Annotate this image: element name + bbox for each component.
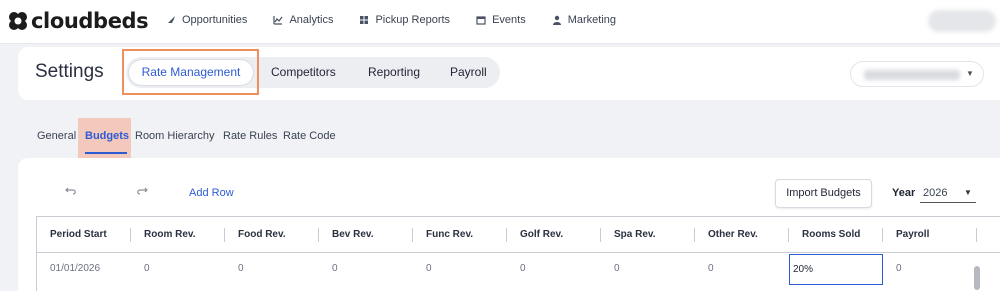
cell-other-rev[interactable]: 0 [695, 253, 714, 285]
main-nav: Opportunities Analytics Pickup Reports E… [166, 0, 642, 40]
year-label: Year [892, 187, 916, 199]
subtab-budgets[interactable]: Budgets [85, 130, 129, 142]
property-select[interactable]: ▼ [850, 61, 984, 87]
cloudbeds-logo-icon [9, 12, 27, 30]
cell-func-rev[interactable]: 0 [413, 253, 432, 285]
person-icon [552, 15, 561, 25]
settings-header: Settings Rate Management Competitors Rep… [18, 47, 1000, 100]
tab-reporting[interactable]: Reporting [368, 57, 420, 88]
table-row: 01/01/2026 0 0 0 0 0 0 0 20% 0 [37, 253, 1000, 285]
cell-payroll[interactable]: 0 [883, 253, 902, 285]
cell-bev-rev[interactable]: 0 [319, 253, 338, 285]
column-header-payroll[interactable]: Payroll [883, 217, 929, 253]
cell-rooms-sold-editor[interactable]: 20% [789, 254, 883, 285]
property-name-redacted [864, 70, 960, 80]
redo-icon[interactable] [135, 184, 149, 198]
table-header: Period Start Room Rev. Food Rev. Bev Rev… [37, 217, 1000, 253]
user-menu[interactable] [928, 10, 996, 32]
cloudbeds-logo[interactable]: cloudbeds [7, 9, 149, 33]
cell-spa-rev[interactable]: 0 [601, 253, 620, 285]
chart-icon [273, 16, 283, 25]
subtab-general[interactable]: General [37, 130, 76, 142]
budgets-panel: Add Row Import Budgets Year 2026 ▼ Perio… [18, 158, 1000, 291]
cell-food-rev[interactable]: 0 [225, 253, 244, 285]
grid-icon [360, 16, 369, 24]
column-header-bev-rev[interactable]: Bev Rev. [319, 217, 374, 253]
column-header-other-rev[interactable]: Other Rev. [695, 217, 758, 253]
add-row-button[interactable]: Add Row [189, 187, 234, 199]
caret-down-icon: ▼ [964, 188, 972, 197]
subtab-rate-rules[interactable]: Rate Rules [223, 130, 277, 142]
column-divider [976, 228, 977, 242]
undo-icon[interactable] [64, 184, 78, 198]
subtab-rate-code[interactable]: Rate Code [283, 130, 336, 142]
nav-item-events[interactable]: Events [476, 14, 526, 26]
column-header-func-rev[interactable]: Func Rev. [413, 217, 473, 253]
brand-name: cloudbeds [31, 9, 149, 33]
vertical-scrollbar[interactable] [974, 266, 980, 290]
budgets-table: Period Start Room Rev. Food Rev. Bev Rev… [36, 216, 1000, 291]
column-header-rooms-sold[interactable]: Rooms Sold [789, 217, 860, 253]
rocket-icon [168, 16, 175, 23]
calendar-icon [476, 16, 486, 25]
top-navigation-bar: cloudbeds Opportunities Analytics Pickup… [0, 0, 1000, 44]
tab-competitors[interactable]: Competitors [271, 57, 336, 88]
nav-label: Pickup Reports [375, 14, 451, 26]
nav-label: Events [492, 14, 526, 26]
nav-item-opportunities[interactable]: Opportunities [166, 14, 247, 26]
nav-item-pickup-reports[interactable]: Pickup Reports [359, 14, 450, 26]
nav-label: Opportunities [182, 14, 248, 26]
nav-item-marketing[interactable]: Marketing [552, 14, 616, 26]
cell-period-start[interactable]: 01/01/2026 [37, 253, 100, 285]
subtab-active-underline [85, 152, 127, 154]
page-title: Settings [35, 61, 104, 82]
highlight-rate-management [122, 49, 259, 95]
column-header-period-start[interactable]: Period Start [37, 217, 107, 253]
column-header-spa-rev[interactable]: Spa Rev. [601, 217, 656, 253]
cell-golf-rev[interactable]: 0 [507, 253, 526, 285]
nav-label: Marketing [567, 14, 616, 26]
caret-down-icon: ▼ [966, 69, 974, 78]
nav-label: Analytics [289, 14, 334, 26]
year-select[interactable]: 2026 ▼ [920, 182, 976, 203]
tab-payroll[interactable]: Payroll [450, 57, 487, 88]
column-header-food-rev[interactable]: Food Rev. [225, 217, 286, 253]
import-budgets-button[interactable]: Import Budgets [775, 179, 872, 208]
subtab-room-hierarchy[interactable]: Room Hierarchy [135, 130, 214, 142]
column-header-golf-rev[interactable]: Golf Rev. [507, 217, 563, 253]
year-value: 2026 [923, 187, 948, 199]
column-header-room-rev[interactable]: Room Rev. [131, 217, 196, 253]
nav-item-analytics[interactable]: Analytics [273, 14, 333, 26]
cell-room-rev[interactable]: 0 [131, 253, 150, 285]
